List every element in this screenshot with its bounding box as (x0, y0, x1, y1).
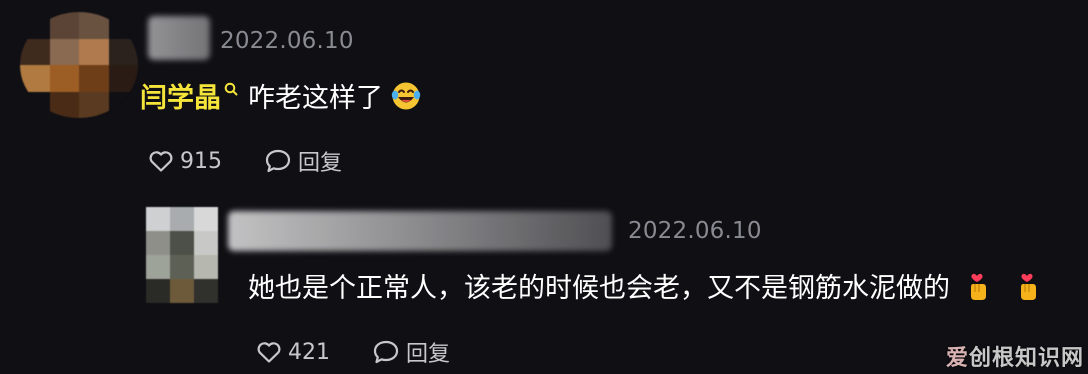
avatar-mosaic-tile (146, 207, 170, 231)
like-count: 915 (180, 148, 222, 174)
reply-label: 回复 (406, 342, 451, 367)
avatar-mosaic-tile (194, 279, 218, 303)
site-watermark: 爱创根知识网 (946, 340, 1084, 372)
reply-actions: 421 回复 (256, 336, 450, 368)
replier-name-blurred[interactable] (228, 211, 612, 251)
avatar-mosaic-tile (108, 65, 138, 92)
avatar-mosaic-tile (194, 255, 218, 279)
avatar-mosaic-tile (20, 12, 50, 39)
comment-text-line: 闫学晶 咋老这样了 (140, 76, 421, 115)
commenter-avatar[interactable] (20, 12, 138, 118)
avatar-mosaic-tile (170, 231, 194, 255)
watermark-text: 创根知识网 (968, 346, 1084, 371)
watermark-accent: 爱 (945, 346, 969, 371)
avatar-mosaic-tile (79, 38, 109, 65)
speech-bubble-icon (373, 340, 399, 364)
avatar-mosaic-tile (194, 207, 218, 231)
reply-label: 回复 (298, 151, 343, 176)
comment-actions: 915 回复 (148, 145, 342, 177)
heart-outline-icon (149, 151, 173, 172)
comment-text: 咋老这样了 (248, 83, 383, 114)
heart-hands-emoji-icon (971, 273, 986, 300)
speech-bubble-icon (265, 149, 291, 173)
avatar-mosaic-tile (194, 231, 218, 255)
avatar-mosaic-tile (20, 38, 50, 65)
avatar-mosaic-tile (146, 231, 170, 255)
avatar-mosaic-tile (108, 38, 138, 65)
mention-link[interactable]: 闫学晶 (140, 76, 221, 115)
avatar-mosaic-tile (170, 279, 194, 303)
reply-text: 她也是个正常人，该老的时候也会老，又不是钢筋水泥做的 (248, 273, 950, 304)
avatar-mosaic-tile (49, 91, 79, 118)
like-button[interactable]: 915 (148, 149, 222, 174)
avatar-mosaic-tile (20, 91, 50, 118)
avatar-mosaic-tile (146, 255, 170, 279)
avatar-mosaic-tile (79, 65, 109, 92)
heart-hands-emoji-icon (1021, 273, 1036, 300)
laughing-tears-emoji-icon (391, 82, 421, 109)
avatar-mosaic-tile (49, 65, 79, 92)
comment-date: 2022.06.10 (220, 28, 354, 54)
commenter-name-blurred[interactable] (148, 16, 210, 60)
avatar-mosaic-tile (108, 91, 138, 118)
avatar-mosaic-tile (146, 279, 170, 303)
reply-button[interactable]: 回复 (264, 145, 342, 177)
avatar-mosaic-tile (49, 12, 79, 39)
reply-button[interactable]: 回复 (372, 336, 450, 368)
avatar-mosaic-tile (170, 255, 194, 279)
heart-outline-icon (257, 342, 281, 363)
like-count: 421 (288, 339, 330, 365)
avatar-mosaic-tile (79, 91, 109, 118)
avatar-mosaic-tile (108, 12, 138, 39)
avatar-mosaic-tile (49, 38, 79, 65)
search-icon (224, 82, 238, 95)
avatar-mosaic-tile (20, 65, 50, 92)
avatar-mosaic-tile (170, 207, 194, 231)
reply-date: 2022.06.10 (628, 218, 762, 244)
like-button[interactable]: 421 (256, 340, 330, 365)
reply-text-line: 她也是个正常人，该老的时候也会老，又不是钢筋水泥做的 (248, 266, 1040, 305)
replier-avatar[interactable] (146, 207, 218, 303)
avatar-mosaic-tile (79, 12, 109, 39)
